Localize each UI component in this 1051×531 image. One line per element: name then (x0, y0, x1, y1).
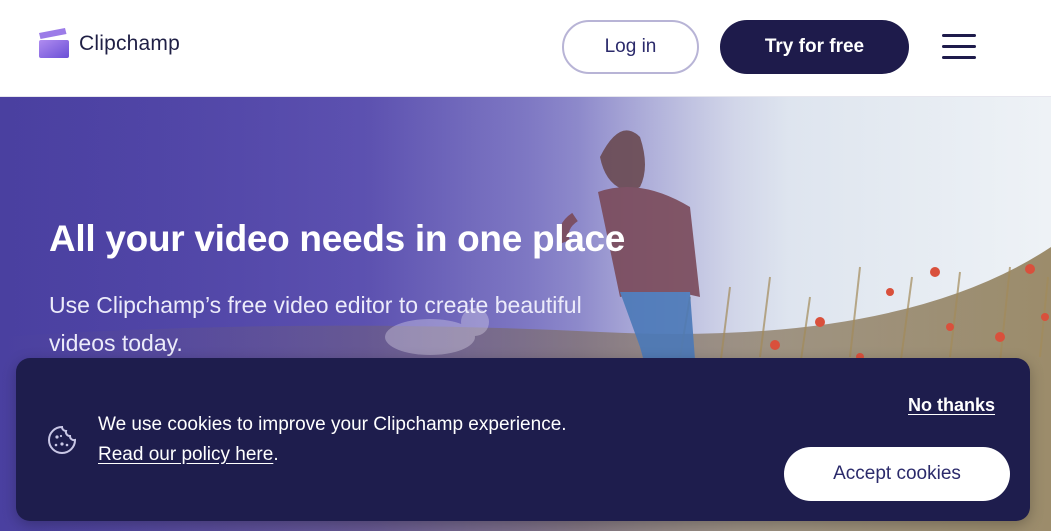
hamburger-menu-icon[interactable] (942, 34, 976, 60)
brand-logo[interactable]: Clipchamp (37, 28, 180, 60)
clipchamp-logo-icon (39, 28, 69, 58)
cookie-icon (48, 425, 77, 454)
try-for-free-button[interactable]: Try for free (720, 20, 909, 74)
hero-subtitle: Use Clipchamp’s free video editor to cre… (49, 292, 582, 356)
cookie-policy-suffix: . (273, 444, 279, 465)
login-button[interactable]: Log in (562, 20, 699, 74)
page: Clipchamp Log in Try for free All your v… (0, 0, 1051, 531)
brand-name: Clipchamp (79, 32, 181, 55)
cookie-message-block: We use cookies to improve your Clipchamp… (98, 410, 738, 470)
accept-cookies-button[interactable]: Accept cookies (784, 447, 1010, 501)
site-header: Clipchamp Log in Try for free (0, 0, 1051, 97)
no-thanks-link[interactable]: No thanks (908, 395, 995, 416)
cookie-banner: We use cookies to improve your Clipchamp… (16, 358, 1030, 521)
cookie-policy-link[interactable]: Read our policy here (98, 444, 273, 465)
cookie-message: We use cookies to improve your Clipchamp… (98, 414, 567, 435)
hero-title: All your video needs in one place (49, 218, 626, 259)
